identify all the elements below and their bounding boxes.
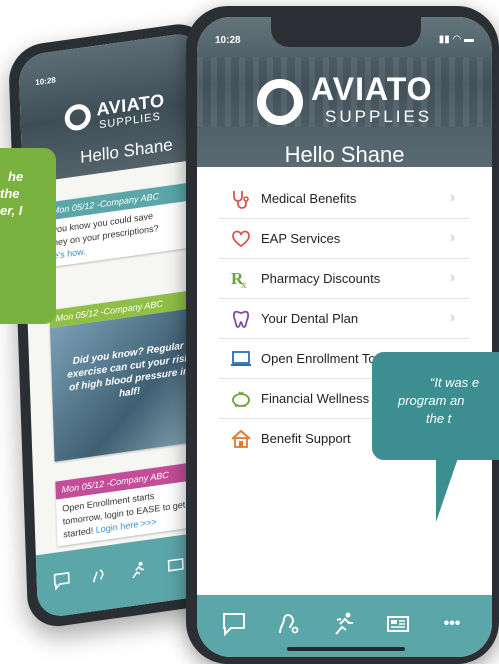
news-card[interactable]: Mon 05/12 -Company ABC Did you know? Reg… xyxy=(49,289,205,462)
exercise-image: Did you know? Regular exercise can cut y… xyxy=(49,307,205,462)
chevron-right-icon: › xyxy=(449,309,455,326)
benefits-icon[interactable] xyxy=(90,565,109,590)
menu-item-eap-services[interactable]: EAP Services › xyxy=(219,219,469,259)
piggy-bank-icon xyxy=(227,388,255,410)
front-phone: 10:28 ▮▮ ◠ ▬ AVIATO SUPPLIES Hello Shane… xyxy=(186,6,499,664)
quote-line: “It was e xyxy=(430,375,480,390)
heart-icon xyxy=(227,228,255,250)
runner-icon[interactable] xyxy=(128,560,147,585)
tooth-icon xyxy=(227,308,255,330)
menu-item-medical-benefits[interactable]: Medical Benefits › xyxy=(219,179,469,219)
menu-item-pharmacy-discounts[interactable]: Rx Pharmacy Discounts › xyxy=(219,259,469,299)
front-phone-screen: 10:28 ▮▮ ◠ ▬ AVIATO SUPPLIES Hello Shane… xyxy=(197,17,492,657)
greeting: Hello Shane xyxy=(284,142,405,167)
quote-line: he xyxy=(8,169,24,184)
menu-item-label: Medical Benefits xyxy=(261,191,357,206)
news-card[interactable]: Mon 05/12 -Company ABC you know you coul… xyxy=(45,181,198,268)
menu-item-label: Benefit Support xyxy=(261,431,351,446)
benefits-icon[interactable] xyxy=(271,607,305,641)
card-icon[interactable] xyxy=(166,555,185,580)
gear-logo-icon xyxy=(64,102,92,133)
menu-item-dental-plan[interactable]: Your Dental Plan › xyxy=(219,299,469,339)
svg-text:x: x xyxy=(241,279,247,290)
notch xyxy=(271,17,421,47)
gear-logo-icon xyxy=(257,79,303,125)
home-indicator xyxy=(287,647,405,651)
status-time: 10:28 xyxy=(215,35,241,46)
menu-item-label: Your Dental Plan xyxy=(261,311,359,326)
back-greeting: Hello Shane xyxy=(79,135,174,167)
chevron-right-icon: › xyxy=(449,269,455,286)
testimonial-bubble-left: he the er, I xyxy=(0,148,56,324)
house-icon xyxy=(227,428,255,450)
rx-icon: Rx xyxy=(227,268,255,290)
quote-line: program an xyxy=(398,393,465,408)
status-icons: ▮▮ ◠ ▬ xyxy=(438,34,474,45)
menu-item-label: Financial Wellness xyxy=(261,391,370,406)
stethoscope-icon xyxy=(227,188,255,210)
brand-name: AVIATO xyxy=(311,71,433,107)
card-icon[interactable] xyxy=(381,607,415,641)
more-icon[interactable]: ••• xyxy=(435,607,469,641)
menu-item-label: Pharmacy Discounts xyxy=(261,271,381,286)
quote-line: the xyxy=(0,186,20,201)
runner-icon[interactable] xyxy=(327,607,361,641)
menu-item-label: Open Enrollment Tool xyxy=(261,351,386,366)
bubble-tail xyxy=(436,458,458,522)
back-status-time: 10:28 xyxy=(35,75,56,88)
chat-icon[interactable] xyxy=(217,607,251,641)
laptop-icon xyxy=(227,348,255,370)
tab-bar: ••• xyxy=(197,595,492,657)
quote-line: the t xyxy=(426,411,452,426)
quote-line: er, I xyxy=(0,203,23,218)
chevron-right-icon: › xyxy=(449,229,455,246)
chevron-right-icon: › xyxy=(449,189,455,206)
menu-item-label: EAP Services xyxy=(261,231,341,246)
chat-icon[interactable] xyxy=(53,571,72,596)
card-image-text: Did you know? Regular exercise can cut y… xyxy=(67,340,191,400)
testimonial-bubble-right: “It was e program an the t xyxy=(372,352,499,460)
brand-sub: SUPPLIES xyxy=(325,107,433,126)
card-text: started! xyxy=(63,525,94,540)
